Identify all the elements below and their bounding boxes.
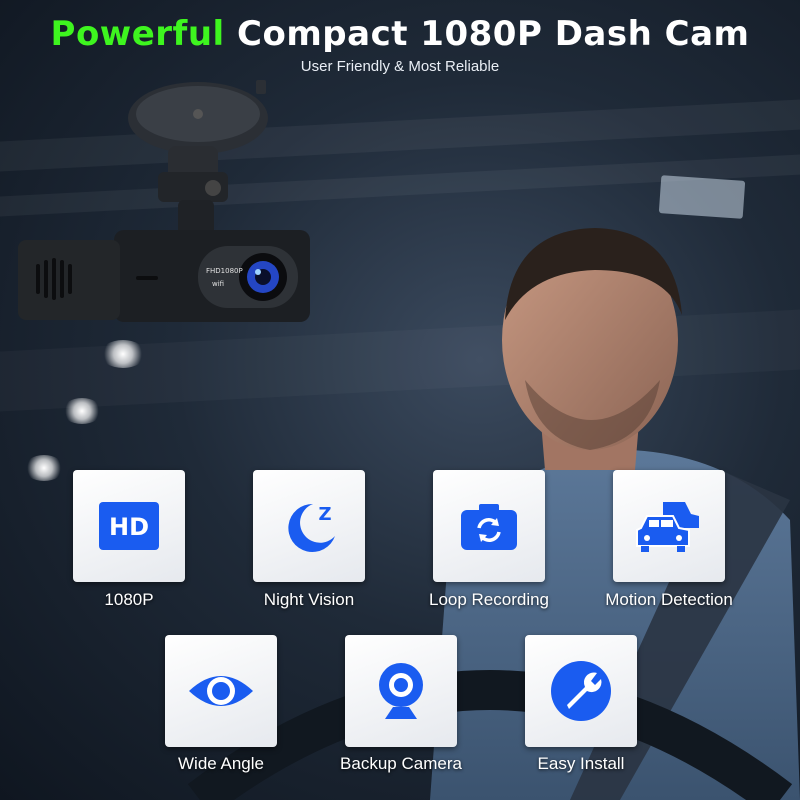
eye-icon <box>189 676 253 706</box>
cam-resolution-label: FHD1080P <box>206 267 243 275</box>
moon-z-letter: Z <box>318 504 331 525</box>
feature-label-night-vision: Night Vision <box>263 590 355 609</box>
light-glare <box>100 340 146 368</box>
feature-tile-wide-angle <box>165 635 277 747</box>
feature-label-motion-detection: Motion Detection <box>605 590 733 609</box>
feature-tile-loop-recording <box>433 470 545 582</box>
feature-label-easy-install: Easy Install <box>537 754 625 773</box>
moon-z-icon: Z <box>288 503 335 552</box>
dash-cam-device: FHD1080P wifi <box>18 80 310 322</box>
feature-tile-1080p: HD <box>73 470 185 582</box>
feature-label-wide-angle: Wide Angle <box>178 754 264 773</box>
webcam-icon <box>379 663 423 719</box>
light-glare <box>24 455 64 481</box>
hd-icon-text: HD <box>109 513 149 541</box>
title-rest: Compact 1080P Dash Cam <box>237 14 750 54</box>
light-glare <box>62 398 102 424</box>
feature-label-1080p: 1080P <box>104 590 154 609</box>
page-title: Powerful Compact 1080P Dash Cam <box>0 14 800 54</box>
page-subtitle: User Friendly & Most Reliable <box>300 58 500 75</box>
feature-tile-motion-detection <box>613 470 725 582</box>
hd-icon: HD <box>99 502 159 550</box>
feature-label-backup-camera: Backup Camera <box>340 754 462 773</box>
product-banner: FHD1080P wifi Powerful Compact 1080P Das… <box>0 0 800 800</box>
cars-icon <box>636 502 699 552</box>
feature-tile-backup-camera <box>345 635 457 747</box>
feature-label-loop-recording: Loop Recording <box>428 590 550 609</box>
camera-rotate-icon <box>461 504 517 550</box>
title-highlight: Powerful <box>50 14 225 54</box>
feature-tile-easy-install <box>525 635 637 747</box>
wrench-icon <box>551 661 611 721</box>
cam-wifi-label: wifi <box>212 280 224 288</box>
feature-tile-night-vision: Z <box>253 470 365 582</box>
